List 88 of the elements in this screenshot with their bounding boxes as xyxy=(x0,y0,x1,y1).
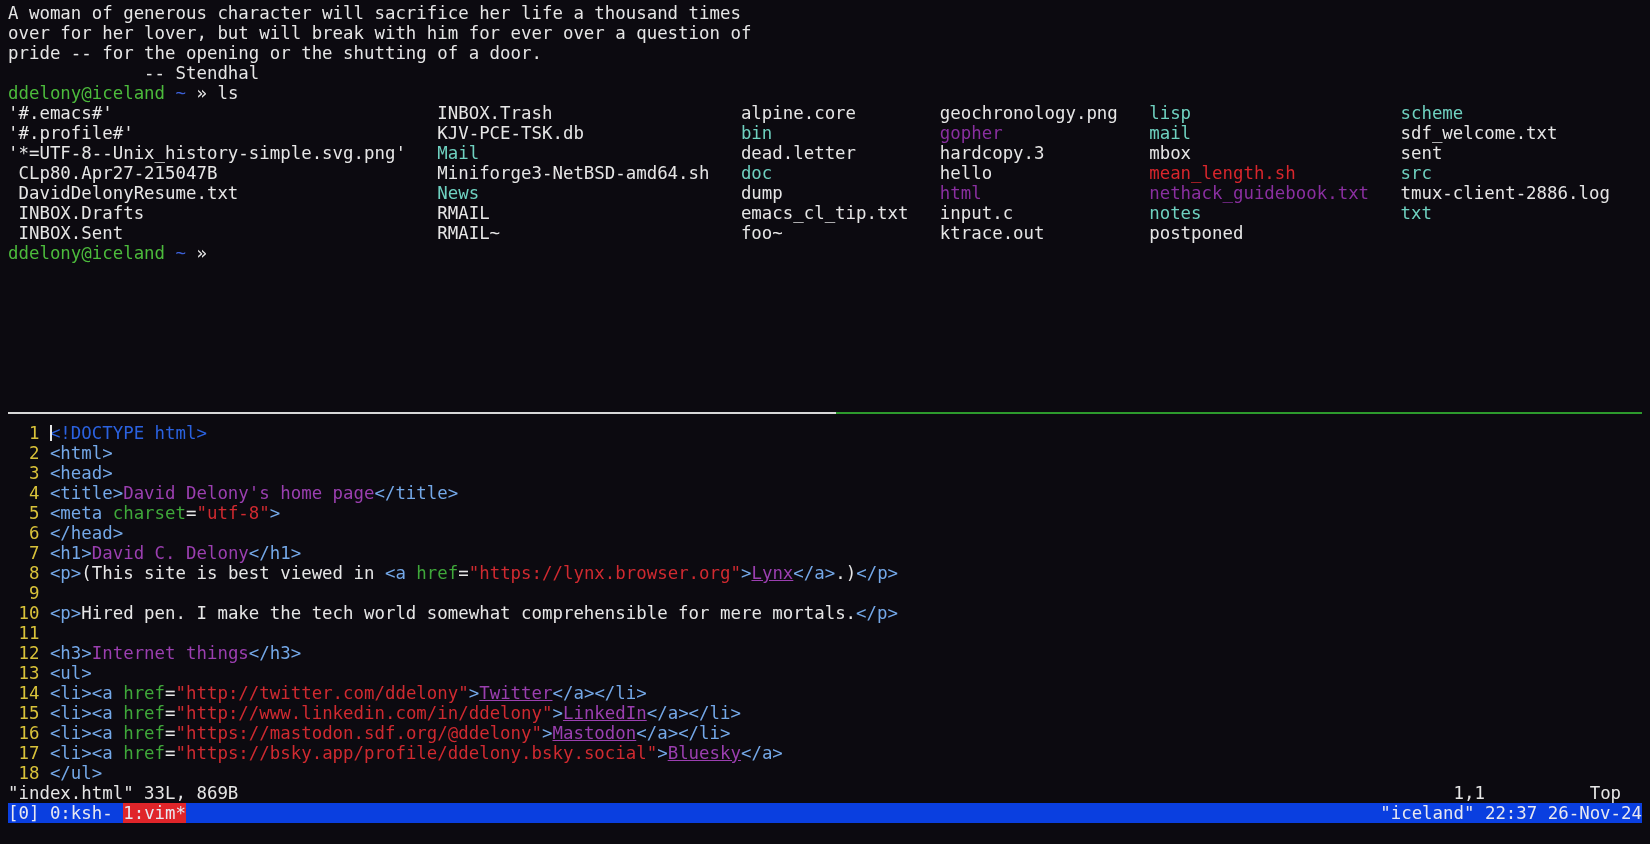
file-name: dead.letter xyxy=(740,143,858,163)
file-name: INBOX.Sent xyxy=(17,223,125,243)
file-name: RMAIL xyxy=(437,203,491,223)
directory-name: lisp xyxy=(1149,103,1193,123)
file-name: sdf_welcome.txt xyxy=(1400,123,1559,143)
vim-message: "index.html" 33L, 869B xyxy=(8,783,240,803)
file-name: '#.profile#' xyxy=(8,123,135,143)
line-number: 15 xyxy=(17,703,40,723)
file-name: Miniforge3-NetBSD-amd64.sh xyxy=(437,163,711,183)
executable-name: mean_length.sh xyxy=(1149,163,1297,183)
status-info: "iceland" 22:37 26-Nov-24 xyxy=(1380,803,1642,823)
line-number: 12 xyxy=(17,643,40,663)
file-name: geochronology.png xyxy=(939,103,1119,123)
directory-name: src xyxy=(1400,163,1433,183)
line-number: 1 xyxy=(27,423,40,443)
line-number: 9 xyxy=(27,583,40,603)
line-number: 10 xyxy=(17,603,40,623)
code-line: <head> xyxy=(49,463,113,483)
file-name: '#.emacs#' xyxy=(8,103,114,123)
session-name: [0] xyxy=(8,803,40,823)
file-name: input.c xyxy=(939,203,1015,223)
code-line: <li><a href="https://bsky.app/profile/ddelony.bsky.social">Bluesky</a> xyxy=(49,743,783,763)
line-number: 16 xyxy=(17,723,40,743)
directory-name: txt xyxy=(1400,203,1433,223)
line-number: 14 xyxy=(17,683,40,703)
line-number: 11 xyxy=(17,623,40,643)
directory-name: bin xyxy=(740,123,774,143)
cursor-position: 1,1 xyxy=(1453,783,1486,803)
file-name: ktrace.out xyxy=(939,223,1046,243)
directory-name: notes xyxy=(1149,203,1203,223)
line-number: 2 xyxy=(27,443,40,463)
file-name: foo~ xyxy=(740,223,784,243)
directory-name: Mail xyxy=(437,143,481,163)
line-number: 3 xyxy=(27,463,40,483)
file-name: emacs_cl_tip.txt xyxy=(740,203,910,223)
file-name: hardcopy.3 xyxy=(939,143,1046,163)
file-name: mbox xyxy=(1149,143,1193,163)
code-line: <!DOCTYPE html> xyxy=(49,423,207,443)
file-name: sent xyxy=(1400,143,1444,163)
file-name: KJV-PCE-TSK.db xyxy=(437,123,585,143)
code-line: <p>Hired pen. I make the tech world somewhat comprehensible for mere mortals.</p> xyxy=(49,603,898,623)
code-line: <ul> xyxy=(49,663,92,683)
directory-name: mail xyxy=(1149,123,1193,143)
file-name: postponed xyxy=(1149,223,1245,243)
directory-name: scheme xyxy=(1400,103,1465,123)
code-line: <li><a href="http://www.linkedin.com/in/ddelony">LinkedIn</a></li> xyxy=(49,703,741,723)
line-number: 17 xyxy=(17,743,40,763)
window-tab[interactable]: 1:vim* xyxy=(123,803,186,823)
prompt-line: ddelony@iceland ~ » ls xyxy=(8,83,240,103)
code-line: </head> xyxy=(49,523,124,543)
file-name: CLp80.Apr27-215047B xyxy=(17,163,219,183)
file-name: alpine.core xyxy=(740,103,858,123)
code-line: <h1>David C. Delony</h1> xyxy=(49,543,302,563)
quote-line: over for her lover, but will break with him for ever over a question of xyxy=(8,23,753,43)
file-name: dump xyxy=(740,183,784,203)
code-line: <li><a href="https://mastodon.sdf.org/@ddelony">Mastodon</a></li> xyxy=(49,723,731,743)
line-number: 7 xyxy=(27,543,40,563)
quote-attribution: -- Stendhal xyxy=(143,63,261,83)
code-line: <title>David Delony's home page</title> xyxy=(49,483,459,503)
line-number: 18 xyxy=(17,763,40,783)
symlink-name: html xyxy=(939,183,983,203)
code-line: <meta charset="utf-8"> xyxy=(49,503,281,523)
scroll-position: Top xyxy=(1589,783,1623,803)
symlink-name: gopher xyxy=(939,123,1004,143)
directory-name: doc xyxy=(740,163,774,183)
file-name: DavidDelonyResume.txt xyxy=(17,183,240,203)
prompt-line: ddelony@iceland ~ » xyxy=(8,243,208,263)
line-number: 6 xyxy=(27,523,40,543)
file-name: hello xyxy=(939,163,994,183)
file-name: RMAIL~ xyxy=(437,223,502,243)
code-line: <li><a href="http://twitter.com/ddelony">Twitter</a></li> xyxy=(49,683,647,703)
quote-line: A woman of generous character will sacrifice her life a thousand times xyxy=(8,3,742,23)
code-line: <h3>Internet things</h3> xyxy=(49,643,302,663)
line-number: 8 xyxy=(27,563,40,583)
file-name: INBOX.Trash xyxy=(437,103,554,123)
code-line: </ul> xyxy=(49,763,103,783)
file-name: INBOX.Drafts xyxy=(17,203,146,223)
code-line: <p>(This site is best viewed in <a href="https://lynx.browser.org">Lynx</a>.)</p> xyxy=(49,563,899,583)
line-number: 13 xyxy=(17,663,40,683)
quote-line: pride -- for the opening or the shutting of a door. xyxy=(8,43,543,63)
file-name: tmux-client-2886.log xyxy=(1400,183,1610,203)
line-number: 4 xyxy=(27,483,40,503)
file-name: '*=UTF-8--Unix_history-simple.svg.png' xyxy=(8,143,407,163)
line-number: 5 xyxy=(27,503,40,523)
code-line: <html> xyxy=(49,443,113,463)
symlink-name: nethack_guidebook.txt xyxy=(1149,183,1371,203)
window-tab[interactable]: 0:ksh- xyxy=(49,803,113,823)
directory-name: News xyxy=(437,183,481,203)
